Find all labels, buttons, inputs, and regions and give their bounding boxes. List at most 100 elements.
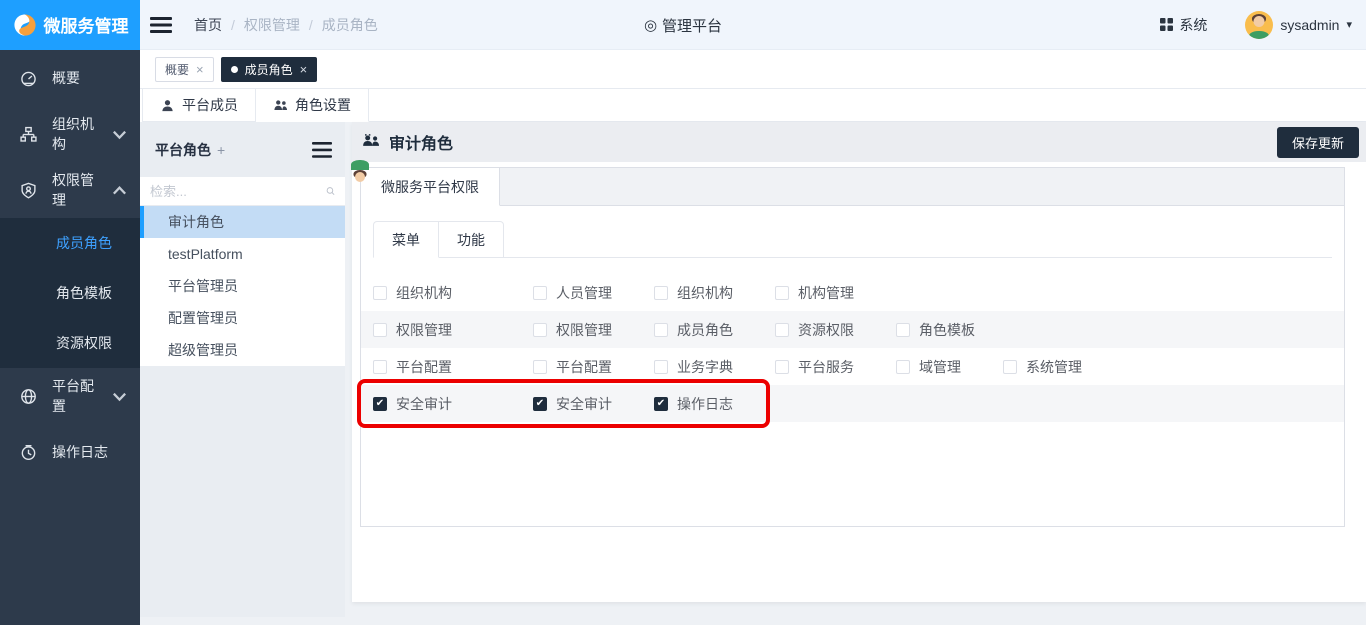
permission-label: 操作日志	[677, 394, 733, 414]
window-tab[interactable]: 成员角色×	[221, 57, 318, 82]
member-icon	[160, 98, 175, 113]
permission-label: 资源权限	[798, 320, 854, 340]
page-tab-角色设置[interactable]: 角色设置	[256, 89, 369, 122]
shield-icon	[20, 182, 37, 199]
page-title: 审计角色	[389, 130, 453, 154]
checkbox-组织机构[interactable]	[654, 286, 668, 300]
checkbox-资源权限[interactable]	[775, 323, 789, 337]
page-tabstrip: 平台成员 角色设置	[140, 88, 1366, 122]
sidebar-item-3[interactable]: 权限管理	[0, 162, 140, 218]
user-menu[interactable]: sysadmin ▾	[1245, 11, 1352, 39]
permission-tabstrip: 微服务平台权限	[361, 168, 1344, 206]
sidebar-item-5[interactable]: 操作日志	[0, 424, 140, 480]
role-panel-menu-icon[interactable]	[312, 142, 332, 158]
username: sysadmin	[1280, 17, 1339, 33]
globe-icon	[20, 388, 37, 405]
dashboard-icon	[20, 70, 37, 87]
checkbox-安全审计[interactable]: ✔	[373, 397, 387, 411]
permission-label: 组织机构	[677, 283, 733, 303]
permission-item: 业务字典	[654, 357, 733, 377]
role-panel-title: 平台角色	[155, 140, 211, 160]
checkbox-组织机构[interactable]	[373, 286, 387, 300]
app-logo: 微服务管理	[0, 0, 140, 50]
role-panel-header: 平台角色 +	[140, 122, 345, 177]
role-detail-header: 审计角色 保存更新	[352, 122, 1366, 162]
chevron-down-icon	[111, 388, 128, 405]
checkbox-权限管理[interactable]	[533, 323, 547, 337]
permission-label: 平台配置	[396, 357, 452, 377]
sidebar-item-label: 操作日志	[52, 442, 128, 462]
page-tab-label: 角色设置	[295, 95, 351, 115]
breadcrumb-perm[interactable]: 权限管理	[244, 15, 300, 35]
sidebar-item-4[interactable]: 平台配置	[0, 368, 140, 424]
checkbox-业务字典[interactable]	[654, 360, 668, 374]
sidebar-item-2[interactable]: 组织机构	[0, 106, 140, 162]
checkbox-成员角色[interactable]	[654, 323, 668, 337]
checkbox-人员管理[interactable]	[533, 286, 547, 300]
checkbox-权限管理[interactable]	[373, 323, 387, 337]
user-avatar	[1245, 11, 1273, 39]
role-list-item[interactable]: 平台管理员	[140, 270, 345, 302]
sidebar-subitem[interactable]: 角色模板	[0, 268, 140, 318]
checkbox-安全审计[interactable]: ✔	[533, 397, 547, 411]
permission-item: 平台服务	[775, 357, 854, 377]
window-tab[interactable]: 概要×	[155, 57, 214, 82]
permission-rows: 组织机构人员管理组织机构机构管理权限管理权限管理成员角色资源权限角色模板平台配置…	[361, 274, 1344, 422]
top-navbar: 微服务管理 首页 / 权限管理 / 成员角色 ◎ 管理平台 系统 sysadmi…	[0, 0, 1366, 50]
platform-indicator: ◎ 管理平台	[644, 0, 722, 50]
checkbox-系统管理[interactable]	[1003, 360, 1017, 374]
checkbox-平台服务[interactable]	[775, 360, 789, 374]
sidebar-subitem[interactable]: 资源权限	[0, 318, 140, 368]
permission-label: 平台配置	[556, 357, 612, 377]
checkbox-域管理[interactable]	[896, 360, 910, 374]
check-mark-icon: ✔	[657, 399, 665, 409]
role-list-item[interactable]: 审计角色	[140, 206, 345, 238]
tab-菜单[interactable]: 菜单	[373, 221, 439, 258]
page-tab-平台成员[interactable]: 平台成员	[142, 89, 256, 122]
checkbox-操作日志[interactable]: ✔	[654, 397, 668, 411]
permission-label: 权限管理	[556, 320, 612, 340]
system-menu[interactable]: 系统	[1160, 15, 1207, 35]
panel-divider	[345, 122, 352, 602]
breadcrumb-separator: /	[231, 17, 235, 33]
page-tab-label: 平台成员	[182, 95, 238, 115]
checkbox-平台配置[interactable]	[533, 360, 547, 374]
apps-grid-icon	[1160, 18, 1173, 31]
permission-label: 权限管理	[396, 320, 452, 340]
role-list-item[interactable]: 超级管理员	[140, 334, 345, 366]
role-list-item[interactable]: 配置管理员	[140, 302, 345, 334]
permission-item: 域管理	[896, 357, 961, 377]
permission-item: 系统管理	[1003, 357, 1082, 377]
tab-功能[interactable]: 功能	[439, 221, 504, 258]
add-role-button[interactable]: +	[217, 142, 225, 158]
tab-platform-permission[interactable]: 微服务平台权限	[361, 168, 500, 206]
checkbox-角色模板[interactable]	[896, 323, 910, 337]
permission-item: 平台配置	[373, 357, 533, 377]
search-icon	[326, 184, 335, 198]
log-icon	[20, 444, 37, 461]
sidebar-item-label: 组织机构	[52, 114, 96, 154]
sidebar-subitem[interactable]: 成员角色	[0, 218, 140, 268]
app-title: 微服务管理	[44, 12, 129, 37]
permission-item: 角色模板	[896, 320, 975, 340]
collapse-menu-icon[interactable]	[150, 16, 172, 34]
permission-label: 业务字典	[677, 357, 733, 377]
permission-row-1: 组织机构人员管理组织机构机构管理	[361, 274, 1344, 311]
role-list-item[interactable]: testPlatform	[140, 238, 345, 270]
sidebar-item-1[interactable]: 概要	[0, 50, 140, 106]
permission-label: 安全审计	[396, 394, 452, 414]
breadcrumb-home[interactable]: 首页	[194, 15, 222, 35]
checkbox-机构管理[interactable]	[775, 286, 789, 300]
breadcrumb-member-role[interactable]: 成员角色	[322, 15, 378, 35]
platform-label: 管理平台	[662, 15, 722, 36]
check-mark-icon: ✔	[536, 399, 544, 409]
role-search-input[interactable]	[150, 184, 326, 199]
permission-item: 资源权限	[775, 320, 854, 340]
permission-row-2: 权限管理权限管理成员角色资源权限角色模板	[361, 311, 1344, 348]
close-icon[interactable]: ×	[300, 63, 308, 76]
page-tabstrip-filler	[369, 89, 1366, 122]
checkbox-平台配置[interactable]	[373, 360, 387, 374]
save-button[interactable]: 保存更新	[1277, 127, 1359, 158]
system-label: 系统	[1179, 15, 1207, 35]
close-icon[interactable]: ×	[196, 63, 204, 76]
